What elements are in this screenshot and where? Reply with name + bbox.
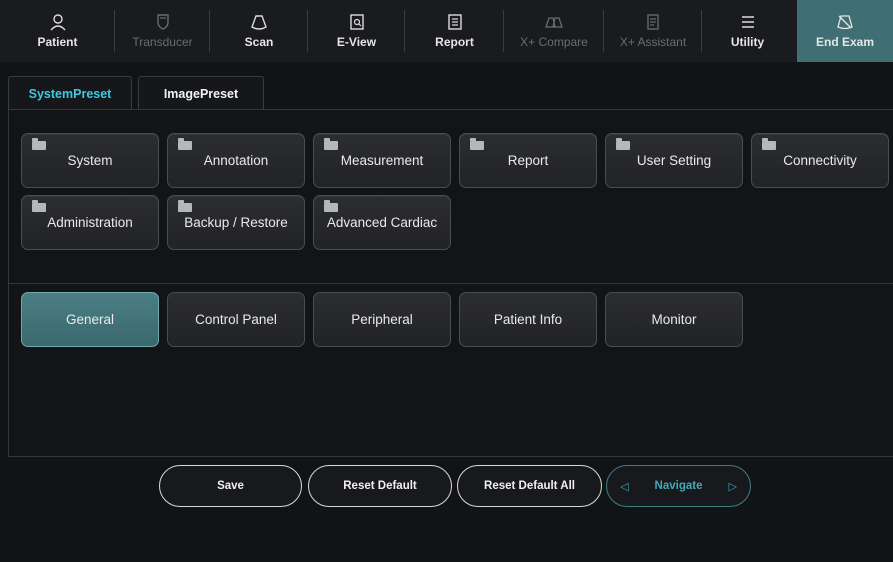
category-label: Measurement [340,153,424,168]
navigate-control: ◁ Navigate ▷ [606,465,751,507]
category-advanced-cardiac-button[interactable]: Advanced Cardiac [313,195,451,250]
folder-icon [470,138,484,150]
toolbar-e-view-label: E-View [336,35,377,49]
top-toolbar: Patient Transducer Scan E-View Report X+… [0,0,893,62]
toolbar-x-assistant-button[interactable]: X+ Assistant [604,0,702,62]
tab-image-preset[interactable]: ImagePreset [138,76,264,110]
save-button[interactable]: Save [159,465,302,507]
toolbar-patient-button[interactable]: Patient [0,0,115,62]
toolbar-transducer-label: Transducer [132,35,193,49]
preset-tabs: SystemPreset ImagePreset [8,76,264,110]
category-label: Connectivity [783,153,857,168]
toolbar-end-exam-button[interactable]: End Exam [797,0,893,62]
folder-icon [32,138,46,150]
category-label: Administration [47,215,133,230]
menu-icon [741,16,754,28]
reset-default-button[interactable]: Reset Default [308,465,452,507]
tab-system-preset[interactable]: SystemPreset [8,76,132,110]
toolbar-report-label: Report [435,35,474,49]
category-report-button[interactable]: Report [459,133,597,188]
compare-icon [545,17,563,28]
transducer-icon [156,14,169,30]
folder-icon [178,200,192,212]
action-bar: Save Reset Default Reset Default All ◁ N… [0,465,893,509]
toolbar-e-view-button[interactable]: E-View [308,0,405,62]
subcategory-control-panel-button[interactable]: Control Panel [167,292,305,347]
subcategory-monitor-button[interactable]: Monitor [605,292,743,347]
subcategory-peripheral-button[interactable]: Peripheral [313,292,451,347]
category-system-button[interactable]: System [21,133,159,188]
category-connectivity-button[interactable]: Connectivity [751,133,889,188]
section-divider [9,283,893,284]
category-label: Report [507,153,549,168]
category-user-setting-button[interactable]: User Setting [605,133,743,188]
toolbar-utility-button[interactable]: Utility [702,0,793,62]
navigate-label: Navigate [654,480,703,492]
settings-panel: System Annotation Measurement Report Use… [8,109,893,457]
folder-icon [324,138,338,150]
category-label: Advanced Cardiac [326,215,438,230]
toolbar-x-assistant-label: X+ Assistant [619,35,687,49]
subcategory-patient-info-button[interactable]: Patient Info [459,292,597,347]
e-view-icon [349,14,364,30]
toolbar-scan-button[interactable]: Scan [210,0,308,62]
category-measurement-button[interactable]: Measurement [313,133,451,188]
patient-icon [49,14,66,31]
category-label: Backup / Restore [184,215,288,230]
category-administration-button[interactable]: Administration [21,195,159,250]
subcategory-general-button[interactable]: General [21,292,159,347]
end-exam-icon [837,15,853,30]
folder-icon [616,138,630,150]
category-label: Annotation [203,153,269,168]
toolbar-utility-label: Utility [730,35,765,49]
category-backup-restore-button[interactable]: Backup / Restore [167,195,305,250]
category-label: User Setting [636,153,712,168]
toolbar-x-compare-label: X+ Compare [520,35,588,49]
toolbar-transducer-button[interactable]: Transducer [115,0,210,62]
folder-icon [178,138,192,150]
reset-default-all-button[interactable]: Reset Default All [457,465,602,507]
toolbar-patient-label: Patient [37,35,78,49]
folder-icon [762,138,776,150]
toolbar-end-exam-label: End Exam [815,35,875,49]
report-icon [447,14,462,30]
category-annotation-button[interactable]: Annotation [167,133,305,188]
toolbar-report-button[interactable]: Report [405,0,504,62]
toolbar-scan-label: Scan [244,35,274,49]
assistant-icon [647,14,659,30]
navigate-prev-icon[interactable]: ◁ [620,480,628,493]
navigate-next-icon[interactable]: ▷ [728,480,736,493]
category-label: System [67,153,113,168]
scan-icon [251,15,267,30]
toolbar-x-compare-button[interactable]: X+ Compare [504,0,604,62]
folder-icon [324,200,338,212]
folder-icon [32,200,46,212]
